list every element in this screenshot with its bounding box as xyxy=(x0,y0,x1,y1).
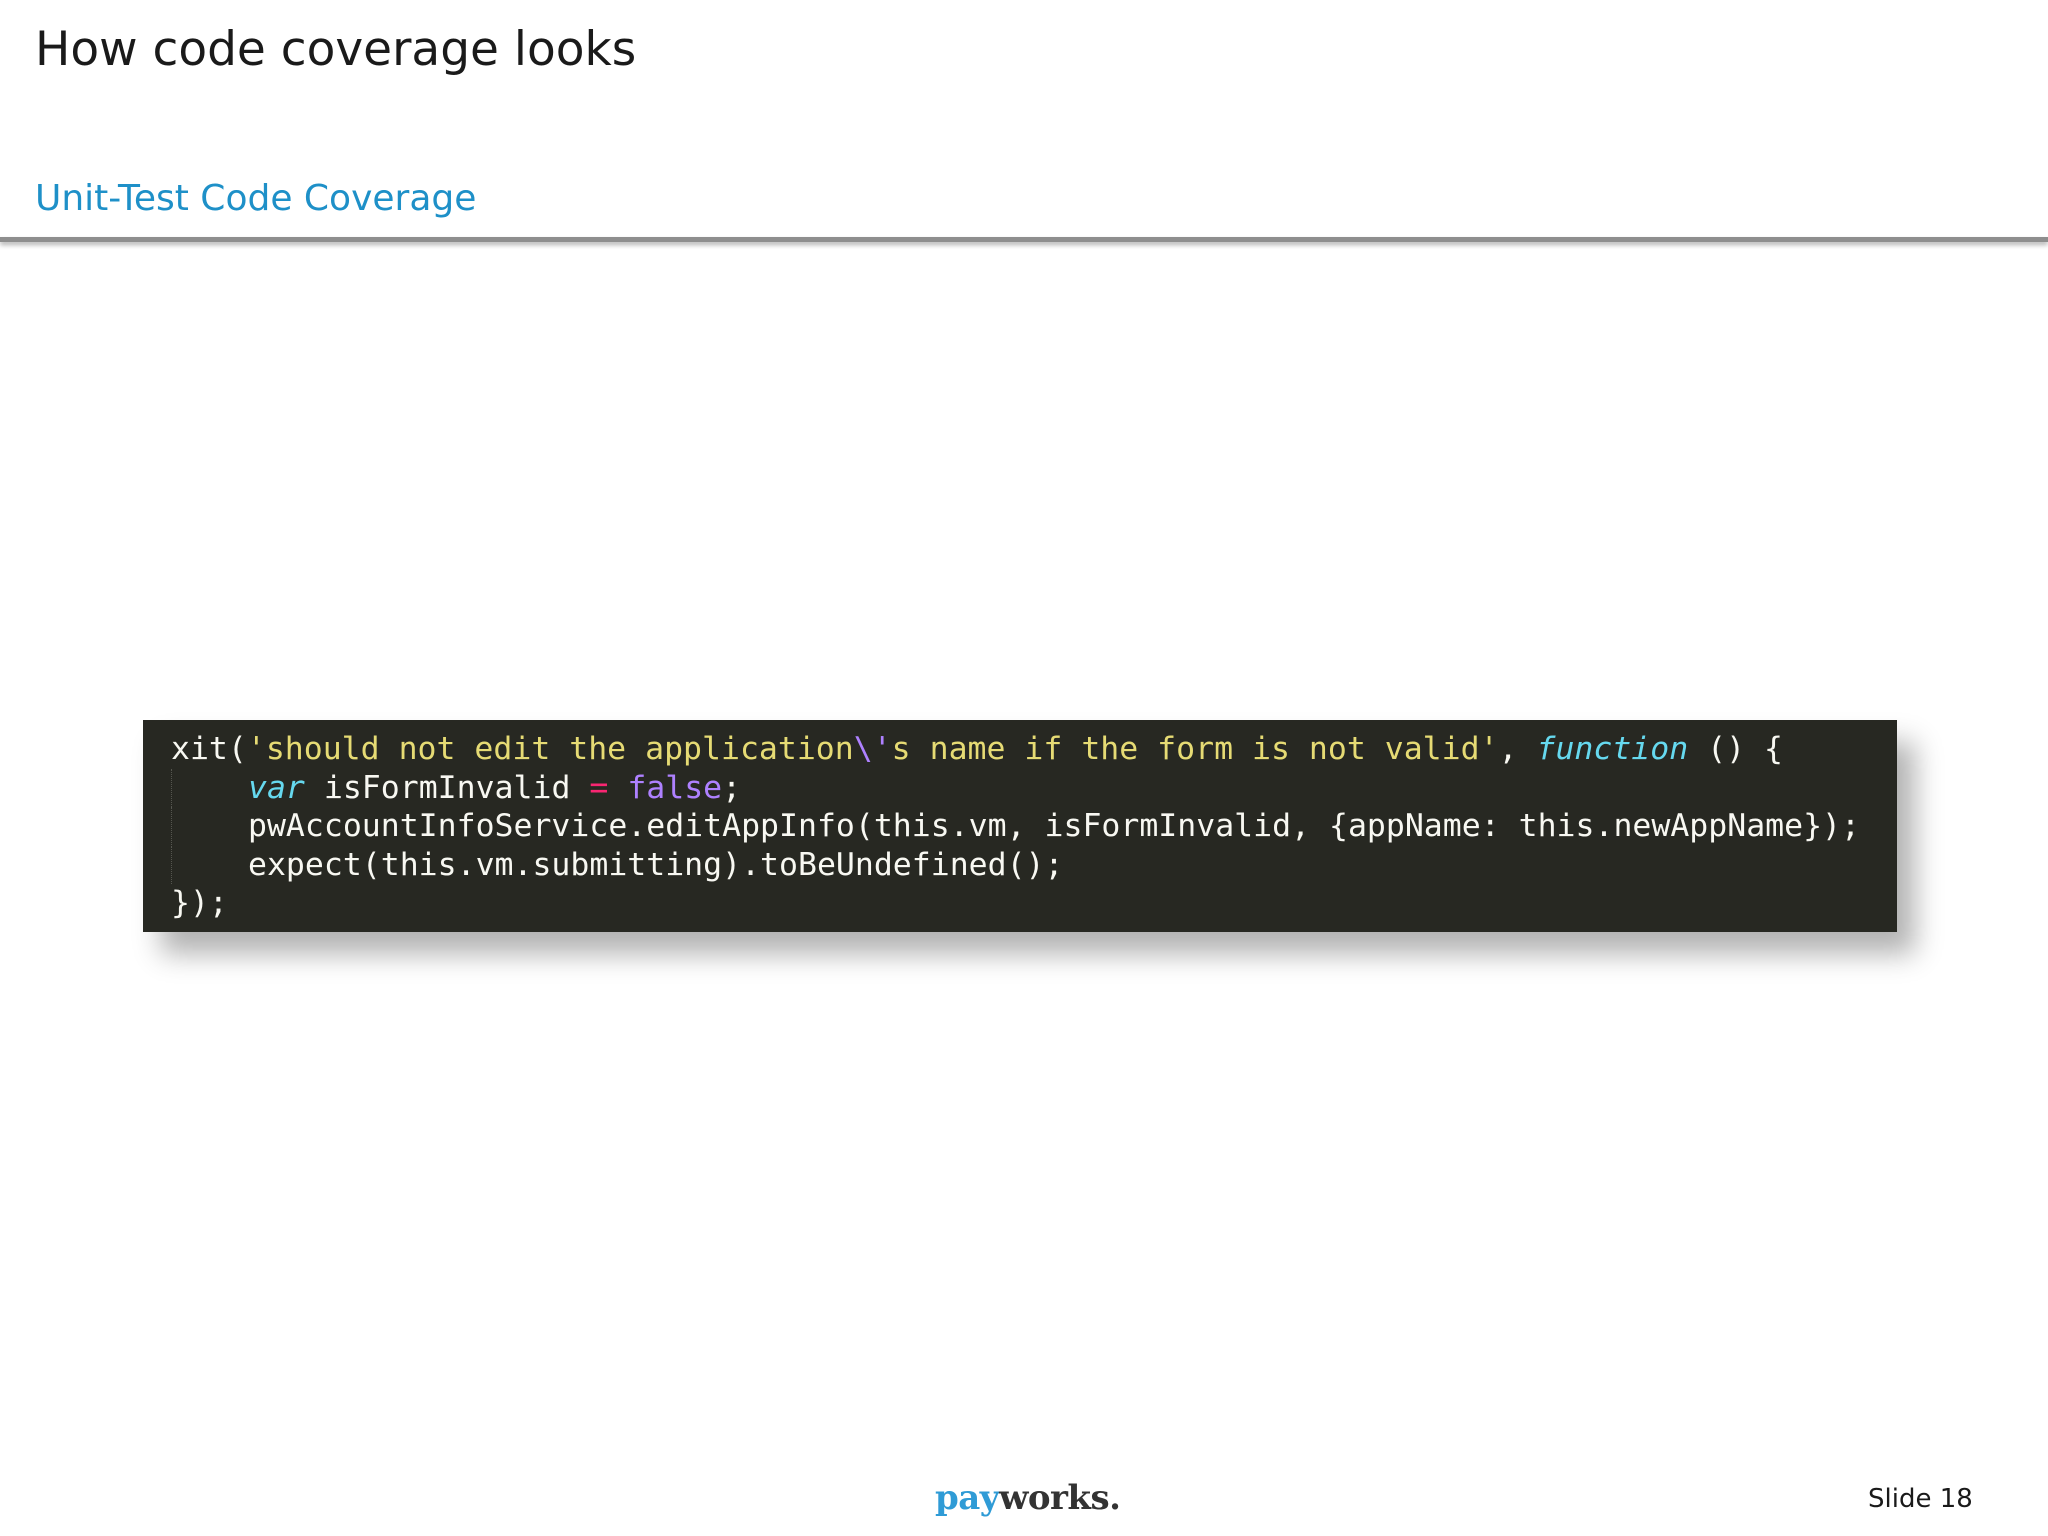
header-divider xyxy=(0,237,2048,242)
code-token-escape: \' xyxy=(853,731,892,767)
code-token: isFormInvalid xyxy=(304,769,590,806)
logo-part-pay: pay xyxy=(935,1478,1000,1518)
indent-guide xyxy=(171,807,248,845)
code-line-1: xit('should not edit the application\'s … xyxy=(171,730,1897,769)
code-line-5: }); xyxy=(171,884,1897,923)
indent-guide xyxy=(171,768,248,807)
code-token-keyword: function xyxy=(1536,731,1689,767)
code-token: () { xyxy=(1688,731,1784,767)
code-token-string: s name if the form is not valid' xyxy=(891,731,1499,767)
code-token: expect(this.vm.submitting).toBeUndefined… xyxy=(248,846,1064,883)
code-token-keyword: var xyxy=(248,769,305,806)
code-token: }); xyxy=(171,885,228,921)
slide-number: Slide 18 xyxy=(1868,1484,1973,1514)
code-line-4: expect(this.vm.submitting).toBeUndefined… xyxy=(171,845,1897,885)
code-token-operator: = xyxy=(589,769,609,806)
code-line-2: var isFormInvalid = false; xyxy=(171,768,1897,808)
code-line-3: pwAccountInfoService.editAppInfo(this.vm… xyxy=(171,807,1897,846)
code-token: xit( xyxy=(171,731,247,767)
code-token-constant: false xyxy=(627,769,723,806)
code-token: , xyxy=(1498,731,1537,767)
payworks-logo: payworks. xyxy=(935,1478,1121,1518)
indent-guide xyxy=(171,845,248,884)
logo-part-works: works. xyxy=(999,1478,1121,1518)
code-snippet: xit('should not edit the application\'s … xyxy=(143,720,1897,932)
code-token: pwAccountInfoService.editAppInfo(this.vm… xyxy=(248,808,1860,844)
slide-subtitle: Unit-Test Code Coverage xyxy=(35,178,477,219)
slide-title: How code coverage looks xyxy=(35,22,637,77)
code-token-string: 'should not edit the application xyxy=(246,731,854,767)
code-token: ; xyxy=(722,769,742,806)
